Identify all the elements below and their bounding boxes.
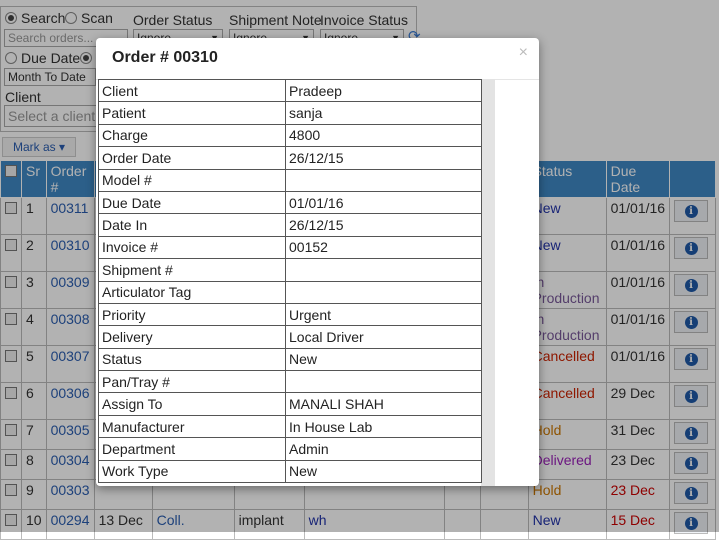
detail-label: Pan/Tray # bbox=[98, 370, 286, 394]
detail-value bbox=[285, 168, 482, 192]
detail-row: Pan/Tray # bbox=[98, 370, 482, 394]
detail-value: New bbox=[285, 347, 482, 372]
detail-row: Order Date 26/12/15 bbox=[98, 146, 482, 170]
order-details-body: Client Pradeep Patient sanja Charge 4800 Order… bbox=[98, 78, 482, 484]
detail-row: Manufacturer In House Lab bbox=[98, 414, 482, 439]
detail-value: Admin bbox=[285, 437, 482, 461]
detail-label: Order Date bbox=[98, 146, 286, 170]
detail-label: Manufacturer bbox=[98, 414, 286, 439]
detail-value: 00152 bbox=[285, 235, 482, 260]
detail-label: Invoice # bbox=[98, 235, 286, 260]
detail-label: Articulator Tag bbox=[98, 280, 286, 304]
detail-value: Pradeep bbox=[285, 78, 482, 103]
detail-value: 26/12/15 bbox=[285, 213, 482, 237]
detail-value: 4800 bbox=[285, 123, 482, 148]
detail-row: Assign To MANALI SHAH bbox=[98, 392, 482, 416]
detail-value: 01/01/16 bbox=[285, 190, 482, 215]
detail-row: Status New bbox=[98, 347, 482, 372]
order-details-modal: Order # 00310 × Client Pradeep Patient sanj… bbox=[96, 38, 539, 486]
detail-label: Due Date bbox=[98, 190, 286, 215]
detail-row: Invoice #00152 bbox=[98, 235, 482, 260]
detail-row: Model # bbox=[98, 168, 482, 192]
detail-label: Model # bbox=[98, 168, 286, 192]
detail-value: In House Lab bbox=[285, 414, 482, 439]
detail-label: Charge bbox=[98, 123, 286, 148]
detail-value: Local Driver bbox=[285, 325, 482, 349]
detail-label: Shipment # bbox=[98, 258, 286, 282]
detail-row: Shipment # bbox=[98, 258, 482, 282]
detail-row: Articulator Tag bbox=[98, 280, 482, 304]
detail-row: Department Admin bbox=[98, 437, 482, 461]
detail-value: 26/12/15 bbox=[285, 146, 482, 170]
detail-value bbox=[285, 280, 482, 304]
detail-label: Work Type bbox=[98, 459, 286, 484]
detail-label: Priority bbox=[98, 302, 286, 327]
detail-label: Assign To bbox=[98, 392, 286, 416]
detail-row: Delivery Local Driver bbox=[98, 325, 482, 349]
detail-label: Delivery bbox=[98, 325, 286, 349]
modal-header: Order # 00310 × bbox=[96, 38, 539, 80]
detail-row: Date In 26/12/15 bbox=[98, 213, 482, 237]
detail-label: Status bbox=[98, 347, 286, 372]
detail-row: Work Type New bbox=[98, 459, 482, 484]
modal-scrollbar[interactable] bbox=[481, 79, 495, 486]
detail-value: MANALI SHAH bbox=[285, 392, 482, 416]
detail-row: Due Date 01/01/16 bbox=[98, 190, 482, 215]
detail-value bbox=[285, 258, 482, 282]
modal-title: Order # 00310 bbox=[112, 49, 218, 66]
detail-label: Client bbox=[98, 78, 286, 103]
close-icon[interactable]: × bbox=[519, 44, 528, 62]
detail-label: Department bbox=[98, 437, 286, 461]
detail-label: Date In bbox=[98, 213, 286, 237]
detail-row: Client Pradeep bbox=[98, 78, 482, 103]
detail-value: New bbox=[285, 459, 482, 484]
detail-row: Charge 4800 bbox=[98, 123, 482, 148]
detail-value: Urgent bbox=[285, 302, 482, 327]
detail-value: sanja bbox=[285, 101, 482, 125]
detail-row: Priority Urgent bbox=[98, 302, 482, 327]
detail-value bbox=[285, 370, 482, 394]
detail-row: Patient sanja bbox=[98, 101, 482, 125]
detail-label: Patient bbox=[98, 101, 286, 125]
order-details-table: Client Pradeep Patient sanja Charge 4800 Order… bbox=[98, 78, 482, 484]
